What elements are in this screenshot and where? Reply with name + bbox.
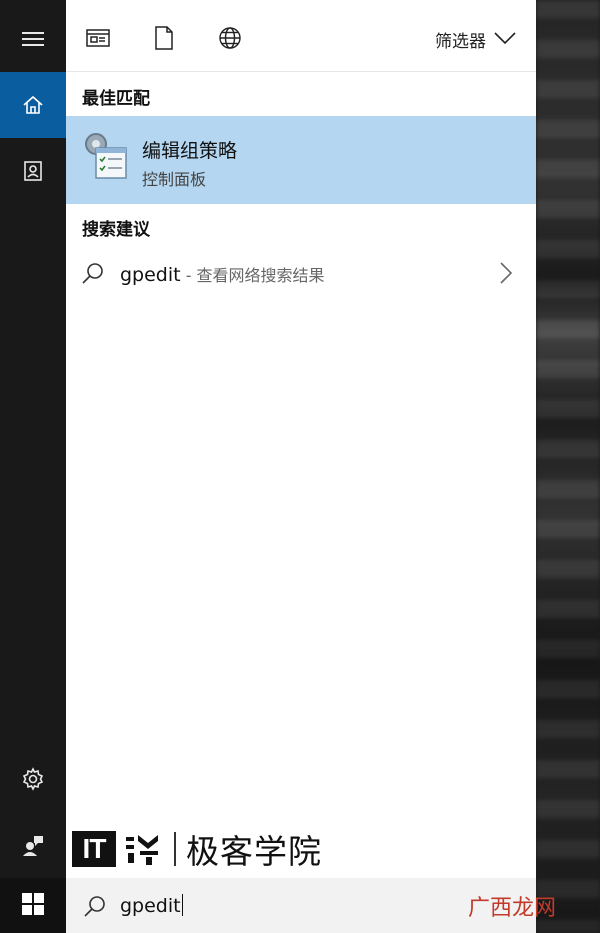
search-input-value[interactable]: gpedit (120, 895, 181, 917)
group-policy-editor-icon (82, 130, 130, 182)
apps-icon (86, 28, 110, 52)
best-match-result[interactable]: 编辑组策略 控制面板 (66, 116, 536, 204)
chevron-right-icon[interactable] (500, 262, 513, 288)
notebook-button[interactable] (0, 138, 66, 204)
settings-gear-icon (21, 767, 45, 791)
home-logo-icon (122, 831, 164, 867)
start-rail (0, 0, 66, 933)
suggestions-heading: 搜索建议 (82, 220, 150, 240)
results-toolbar: 筛选器 (66, 0, 536, 72)
chevron-down-icon (494, 29, 516, 49)
hamburger-menu-button[interactable] (0, 6, 66, 72)
corner-watermark: 广西龙网 (468, 896, 557, 921)
home-icon (22, 94, 44, 116)
filter-label: 筛选器 (435, 31, 486, 52)
watermark-divider (174, 832, 176, 866)
notebook-icon (22, 160, 44, 182)
best-match-title: 编辑组策略 (142, 140, 238, 162)
suggestion-suffix: - 查看网络搜索结果 (180, 266, 325, 285)
feedback-button[interactable] (0, 812, 66, 878)
search-icon (82, 893, 108, 923)
search-icon (80, 260, 106, 290)
best-match-heading: 最佳匹配 (82, 89, 150, 109)
search-box[interactable]: gpedit (66, 878, 536, 933)
hamburger-menu-icon (22, 31, 44, 47)
apps-filter-button[interactable] (80, 22, 116, 58)
desktop-background (536, 0, 600, 933)
document-icon (154, 26, 174, 54)
suggestion-query: gpedit (120, 264, 181, 286)
best-match-subtitle: 控制面板 (142, 170, 207, 189)
it-logo-mark: IT (72, 831, 116, 867)
filter-dropdown[interactable]: 筛选器 (435, 26, 516, 52)
home-button[interactable] (0, 72, 66, 138)
documents-filter-button[interactable] (146, 22, 182, 58)
web-globe-icon (218, 26, 242, 54)
feedback-icon (22, 834, 44, 856)
search-results-panel: 筛选器 最佳匹配 编辑组策略 控制面板 搜索建议 gpedit - 查看网络搜索… (66, 0, 536, 878)
text-caret (181, 894, 183, 916)
watermark-brand: 极客学院 (186, 832, 322, 871)
suggestion-item[interactable]: gpedit - 查看网络搜索结果 (66, 250, 536, 298)
settings-button[interactable] (0, 746, 66, 812)
start-button[interactable] (0, 878, 66, 933)
web-filter-button[interactable] (212, 22, 248, 58)
windows-start-icon (22, 892, 44, 919)
watermark-logo: IT 极客学院 (72, 828, 322, 871)
